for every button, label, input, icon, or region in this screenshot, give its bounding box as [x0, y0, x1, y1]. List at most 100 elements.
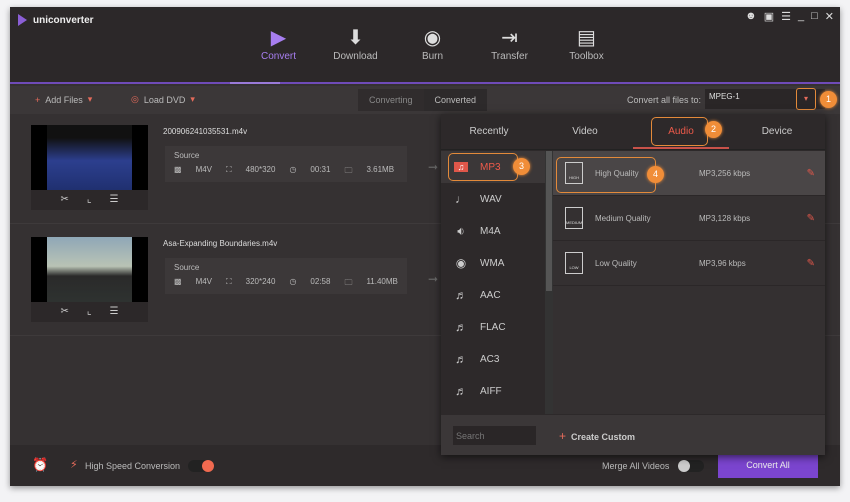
menu-icon[interactable]: ☰ [781, 10, 791, 23]
convert-all-button[interactable]: Convert All [718, 453, 818, 478]
file-duration: 02:58 [310, 277, 331, 286]
clock-icon: ◷ [289, 165, 297, 174]
arrow-right-icon: ➞ [428, 160, 439, 174]
format-list-scrollbar[interactable] [545, 151, 553, 414]
file-size: 11.40MB [366, 277, 398, 286]
user-icon[interactable]: ☻ [745, 10, 757, 23]
logo-icon [18, 14, 27, 26]
format-search-input[interactable] [453, 426, 536, 445]
format-label: AAC [480, 289, 501, 301]
format-label: AC3 [480, 353, 500, 365]
file-duration: 00:31 [310, 165, 331, 174]
format-label: WAV [480, 193, 502, 205]
edit-tools: ✂ ⌞ ☰ [31, 302, 148, 322]
clock-icon: ◷ [289, 277, 297, 286]
high-speed-label: High Speed Conversion [85, 461, 181, 471]
callout-outline [651, 117, 708, 146]
format-flac[interactable]: ♬ FLAC [441, 311, 545, 343]
edit-icon[interactable]: ✎ [807, 168, 815, 179]
format-label: AIFF [480, 385, 502, 397]
tab-device[interactable]: Device [729, 114, 825, 149]
add-files-button[interactable]: + Add Files ▾ [35, 94, 92, 105]
nav-burn[interactable]: ◉ Burn [394, 25, 471, 62]
alarm-clock-icon[interactable]: ⏰ [32, 457, 48, 473]
trim-icon[interactable]: ✂ [60, 302, 68, 322]
format-icon: ▩ [174, 165, 182, 174]
nav-label: Burn [421, 51, 444, 62]
app-logo: uniconverter [18, 14, 94, 26]
format-popup: Recently Video Audio Device 2 ♫ MP3 ♩ WAV … [441, 114, 825, 455]
nav-label: Transfer [491, 51, 528, 62]
quality-medium[interactable]: MEDIUM Medium Quality MP3,128 kbps ✎ [553, 196, 825, 241]
add-files-label: Add Files [45, 94, 83, 105]
quality-name: Low Quality [595, 258, 637, 268]
tab-recently[interactable]: Recently [441, 114, 537, 149]
lightning-icon: ⚡︎ [70, 459, 78, 471]
file-name: 200906241035531.m4v [163, 127, 248, 136]
audio-file-icon: LOW [565, 252, 583, 274]
format-aiff[interactable]: ♬ AIFF [441, 375, 545, 407]
load-dvd-label: Load DVD [143, 94, 186, 105]
crop-icon[interactable]: ⌞ [87, 190, 92, 210]
tab-video[interactable]: Video [537, 114, 633, 149]
tab-converting[interactable]: Converting [358, 89, 424, 111]
nav-download[interactable]: ⬇ Download [317, 25, 394, 62]
feedback-icon[interactable]: ▣ [764, 10, 774, 23]
load-dvd-button[interactable]: ◎ Load DVD ▾ [131, 94, 195, 105]
nav-toolbox[interactable]: ▤ Toolbox [548, 25, 625, 62]
format-wma[interactable]: ◉ WMA [441, 247, 545, 279]
effects-icon[interactable]: ☰ [110, 302, 119, 322]
video-thumbnail[interactable] [31, 237, 148, 302]
format-label: FLAC [480, 321, 506, 333]
tab-converted[interactable]: Converted [424, 89, 488, 111]
chevron-down-icon[interactable]: ▾ [88, 94, 93, 105]
nav-label: Convert [260, 51, 296, 62]
convert-icon: ▶︎ [270, 27, 287, 49]
maximize-icon[interactable]: □ [811, 10, 818, 23]
nav-convert[interactable]: ▶︎ Convert [240, 25, 317, 62]
convert-all-dropdown-button[interactable]: ▾ [796, 88, 816, 110]
download-icon: ⬇ [347, 27, 364, 49]
resolution-icon: ⛶ [226, 165, 232, 174]
nav-transfer[interactable]: ⇥ Transfer [471, 25, 548, 62]
close-icon[interactable]: ✕ [825, 10, 834, 23]
speaker-icon: 🔉︎ [457, 223, 465, 238]
speaker-icon: ◉ [455, 256, 467, 270]
format-m4a[interactable]: 🔉︎ M4A [441, 215, 545, 247]
step-badge-4: 4 [647, 166, 664, 183]
edit-icon[interactable]: ✎ [807, 258, 815, 269]
step-badge-2: 2 [705, 121, 722, 138]
format-ac3[interactable]: ♬ AC3 [441, 343, 545, 375]
edit-tools: ✂ ⌞ ☰ [31, 190, 148, 210]
merge-toggle[interactable] [678, 460, 704, 472]
edit-icon[interactable]: ✎ [807, 213, 815, 224]
create-custom-button[interactable]: + Create Custom [559, 429, 635, 443]
effects-icon[interactable]: ☰ [110, 190, 119, 210]
format-tabs: Recently Video Audio Device [441, 114, 825, 150]
audio-format-icon: ♬ [455, 320, 467, 334]
create-custom-label: Create Custom [571, 432, 636, 442]
header: uniconverter ☻ ▣ ☰ _ □ ✕ ▶︎ Convert ⬇ Download … [10, 7, 840, 84]
quality-detail: MP3,96 kbps [699, 258, 746, 268]
nav-label: Toolbox [569, 51, 604, 62]
file-size: 3.61MB [366, 165, 395, 174]
format-icon: ▩ [174, 277, 182, 286]
folder-icon: 🗀 [344, 166, 353, 175]
format-wav[interactable]: ♩ WAV [441, 183, 545, 215]
format-aac[interactable]: ♬ AAC [441, 279, 545, 311]
scrollbar-thumb[interactable] [546, 151, 552, 291]
minimize-icon[interactable]: _ [798, 10, 804, 23]
trim-icon[interactable]: ✂ [60, 190, 68, 210]
video-thumbnail[interactable] [31, 125, 148, 190]
file-resolution: 480*320 [245, 165, 276, 174]
crop-icon[interactable]: ⌞ [87, 302, 92, 322]
chevron-down-icon[interactable]: ▾ [190, 94, 195, 105]
dvd-icon: ◎ [131, 94, 139, 104]
file-format: M4V [195, 277, 213, 286]
quality-low[interactable]: LOW Low Quality MP3,96 kbps ✎ [553, 241, 825, 286]
callout-outline [556, 157, 656, 193]
audio-format-icon: ♬ [455, 352, 467, 366]
transfer-icon: ⇥ [501, 27, 518, 49]
toolbar: + Add Files ▾ ◎ Load DVD ▾ Converting Conver… [10, 86, 840, 114]
high-speed-toggle[interactable] [188, 460, 214, 472]
